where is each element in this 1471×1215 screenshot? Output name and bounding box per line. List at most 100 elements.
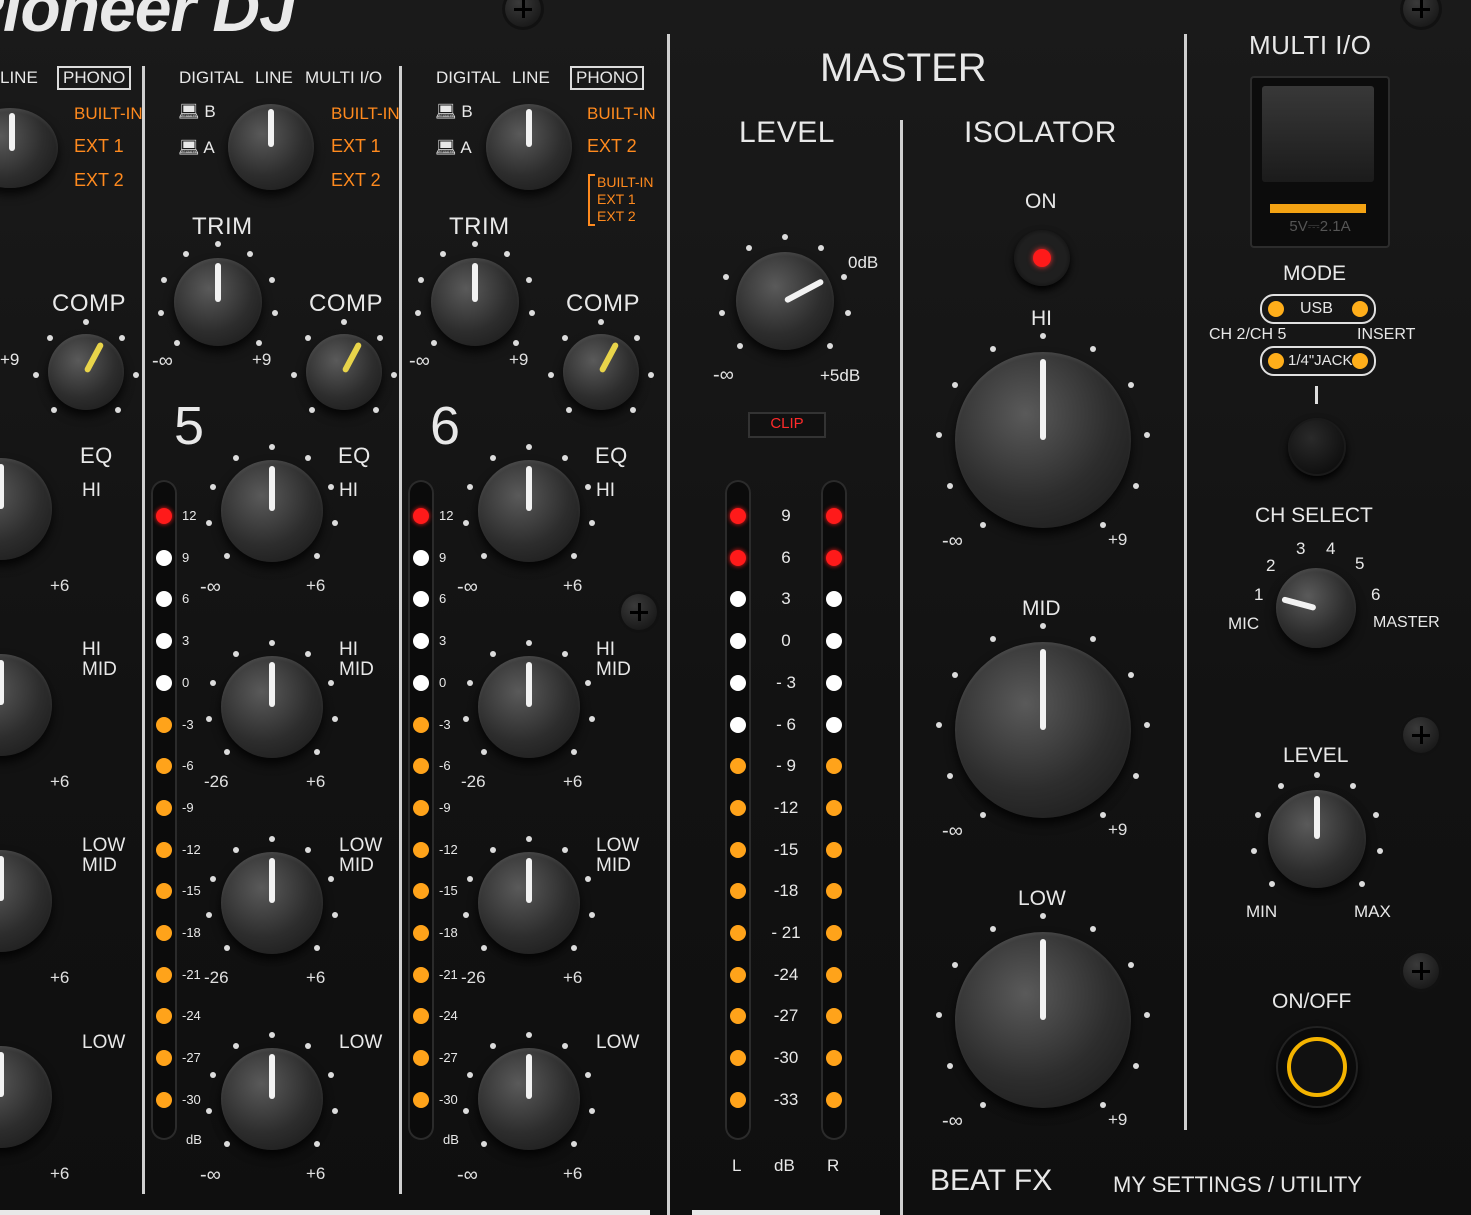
meter-led [826, 758, 842, 775]
knob-scale-dot [331, 912, 338, 919]
knob-scale-dot [1143, 431, 1150, 438]
isolator-on-button[interactable] [1014, 230, 1070, 286]
knob-scale-dot [233, 454, 240, 461]
knob-scale-dot [526, 1032, 532, 1038]
ch5-eq-hi-knob[interactable] [221, 460, 323, 562]
knob-scale-dot [1143, 721, 1150, 728]
ch5-eq-himid-knob[interactable] [221, 656, 323, 758]
knob-scale-dot [1099, 812, 1106, 819]
multiio-level-knob[interactable] [1268, 790, 1366, 888]
ch5-trim-knob[interactable] [174, 258, 262, 346]
ch6-input-phono: PHONO [570, 66, 645, 90]
ch4-source-builtin: BUILT-IN [74, 104, 143, 123]
ch4-eq-lowmid-knob[interactable] [0, 850, 52, 952]
knob-scale-dot [83, 319, 89, 325]
ch6-eq-lowmid-min: -26 [461, 968, 486, 987]
onoff-button[interactable] [1276, 1026, 1358, 1108]
knob-scale-dot [1359, 881, 1366, 888]
multiio-level-min: MIN [1246, 902, 1278, 921]
ch6-eq-low-max: +6 [563, 1164, 583, 1183]
knob-scale-dot [1373, 811, 1380, 818]
ch5-input-selector-knob[interactable] [228, 104, 314, 190]
ch6-meter-unit: dB [443, 1132, 459, 1147]
meter-scale-label: -27 [439, 1050, 458, 1066]
ch4-eq-low-knob[interactable] [0, 1046, 52, 1148]
ch6-eq-hi-label: HI [596, 480, 615, 501]
knob-scale-dot [304, 846, 311, 853]
ch5-comp-label: COMP [309, 290, 383, 317]
meter-scale-label: -24 [439, 1008, 458, 1024]
ch6-eq-lowmid-knob[interactable] [478, 852, 580, 954]
knob-scale-dot [480, 1141, 487, 1148]
ch6-input-selector-knob[interactable] [486, 104, 572, 190]
isolator-low-knob[interactable] [955, 932, 1131, 1108]
mode-button[interactable] [1288, 418, 1346, 476]
ch6-eq-low-knob[interactable] [478, 1048, 580, 1150]
isolator-mid-knob[interactable] [955, 642, 1131, 818]
knob-scale-dot [233, 1042, 240, 1049]
ch5-usb-b: 💻︎ B [178, 102, 216, 121]
meter-led [730, 508, 746, 524]
screw [1400, 714, 1442, 756]
knob-scale-dot [1251, 848, 1258, 855]
knob-scale-dot [588, 520, 595, 527]
master-level-knob[interactable] [736, 252, 834, 350]
knob-scale-dot [308, 407, 315, 414]
ch6-eq-himid-knob[interactable] [478, 656, 580, 758]
knob-scale-dot [50, 407, 57, 414]
master-meter-scale-label: -12 [773, 797, 799, 817]
knob-scale-dot [1349, 782, 1356, 789]
ch5-eq-low-knob[interactable] [221, 1048, 323, 1150]
ch4-eq-label: EQ [80, 443, 113, 468]
knob-scale-dot [598, 319, 604, 325]
master-meter-scale-label: 9 [781, 506, 791, 525]
isolator-hi-max: +9 [1108, 530, 1128, 549]
ch4-input-selector-knob[interactable] [0, 108, 58, 188]
meter-led [730, 841, 746, 858]
usb-port-cover [1262, 86, 1374, 182]
meter-led [413, 549, 429, 566]
knob-scale-dot [256, 340, 262, 346]
ch6-eq-hi-knob[interactable] [478, 460, 580, 562]
meter-led [826, 1050, 842, 1067]
meter-led [156, 716, 172, 733]
ch5-eq-lowmid-knob[interactable] [221, 852, 323, 954]
knob-scale-dot [980, 812, 987, 819]
ch-select-knob[interactable] [1276, 568, 1356, 648]
ch5-comp-knob[interactable] [306, 334, 382, 410]
ch5-meter-unit: dB [186, 1132, 202, 1147]
meter-scale-label: -30 [439, 1091, 458, 1107]
knob-scale-dot [439, 250, 446, 257]
knob-scale-dot [571, 553, 578, 560]
isolator-hi-knob[interactable] [955, 352, 1131, 528]
ch6-trim-knob[interactable] [431, 258, 519, 346]
ch5-input-digital: DIGITAL [179, 68, 244, 87]
isolator-hi-min: -∞ [942, 530, 963, 552]
knob-scale-dot [304, 1042, 311, 1049]
ch5-trim-label: TRIM [192, 213, 253, 240]
meter-led [826, 841, 842, 858]
meter-led [730, 1050, 746, 1067]
knob-scale-dot [561, 334, 568, 341]
multiio-usb-port[interactable]: 5V⎓2.1A [1250, 76, 1390, 248]
ch4-comp-knob[interactable] [48, 334, 124, 410]
divider-ch4-ch5 [142, 66, 145, 1194]
knob-scale-dot [269, 640, 275, 646]
knob-scale-dot [1133, 772, 1140, 779]
mode-jack-led-right [1352, 353, 1368, 369]
ch6-usb-b: 💻︎ B [435, 102, 473, 121]
ch4-eq-himid-knob[interactable] [0, 654, 52, 756]
meter-led [413, 674, 429, 691]
ch5-channel-number: 5 [174, 396, 205, 456]
knob-scale-dot [328, 875, 335, 882]
meter-led [156, 925, 172, 941]
master-meter-r-label: R [827, 1156, 840, 1175]
ch4-eq-hi-knob[interactable] [0, 458, 52, 560]
ch6-comp-knob[interactable] [563, 334, 639, 410]
mode-usb-text: USB [1300, 300, 1333, 317]
ch5-eq-himid-max: +6 [306, 772, 326, 791]
meter-led [730, 758, 746, 775]
ch-select-label: CH SELECT [1255, 504, 1373, 527]
ch6-eq-lowmid-label: LOW MID [596, 835, 640, 876]
knob-scale-dot [341, 319, 347, 325]
